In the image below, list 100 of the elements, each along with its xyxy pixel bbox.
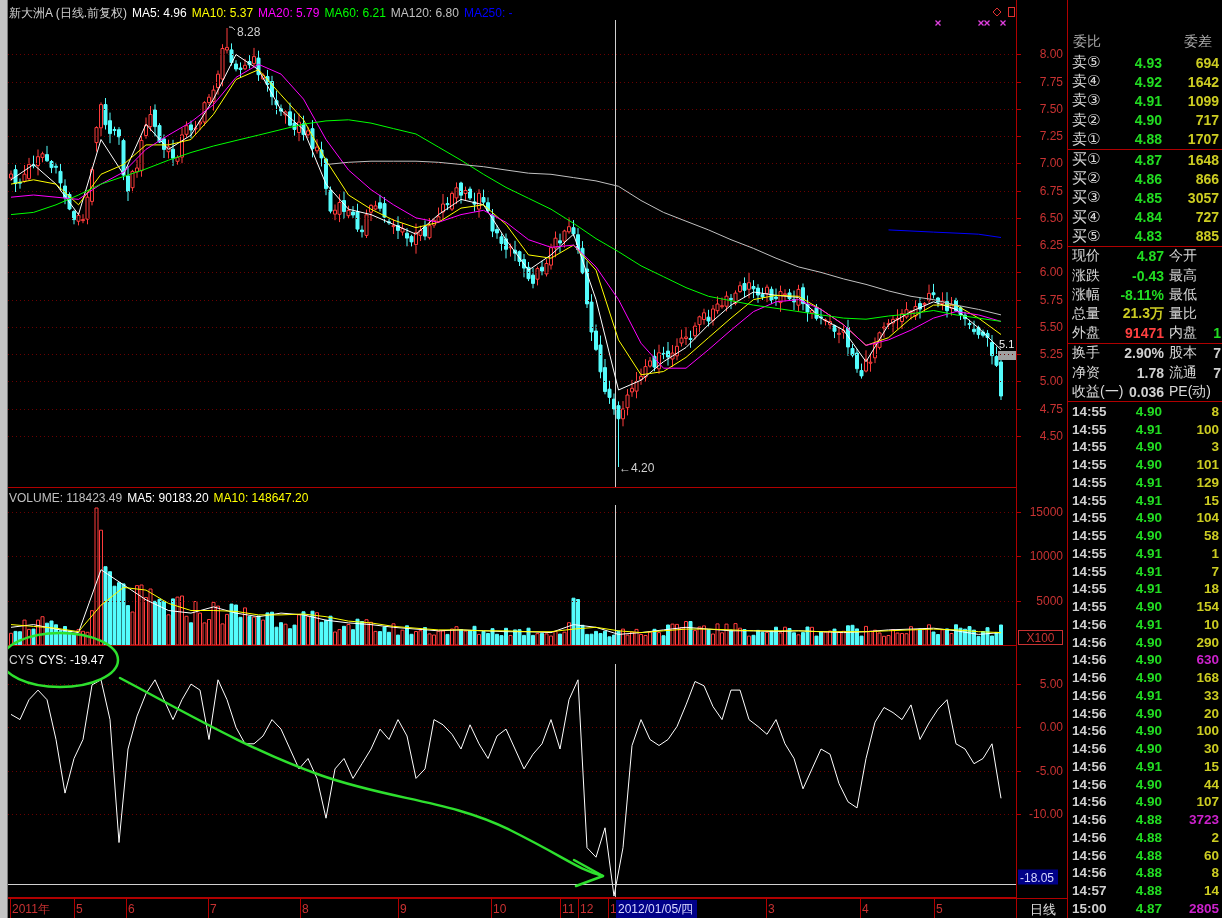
date-label: 10 xyxy=(493,902,507,916)
cross-marker-icon xyxy=(999,19,1007,27)
order-label: 卖① xyxy=(1071,129,1102,149)
order-label: 买① xyxy=(1071,150,1102,170)
stat-value: 7 xyxy=(1213,364,1221,381)
date-label: 12 xyxy=(580,902,594,916)
order-price: 4.92 xyxy=(1133,73,1162,90)
indicator-label: MA120: 6.80 xyxy=(390,6,459,20)
tick-price: 4.88 xyxy=(1134,865,1162,881)
order-volume: 3057 xyxy=(1186,189,1220,206)
order-price: 4.90 xyxy=(1133,112,1162,129)
tick-price: 4.91 xyxy=(1134,563,1162,579)
tick-volume: 7 xyxy=(1210,563,1220,579)
tick-volume: 3 xyxy=(1210,439,1220,455)
axis-label: 6.00 xyxy=(1039,265,1063,279)
price-marker xyxy=(998,351,1016,360)
indicator-label: MA10: 148647.20 xyxy=(213,491,309,505)
chart-title: CYS xyxy=(9,653,34,667)
axis-label: 5000 xyxy=(1036,594,1063,608)
axis-label: 7.00 xyxy=(1039,156,1063,170)
tick-time: 14:56 xyxy=(1071,794,1108,810)
tick-time: 14:55 xyxy=(1071,599,1108,614)
tick-price: 4.88 xyxy=(1134,883,1162,898)
cursor-date-label: 2012/01/05/四 xyxy=(616,900,697,918)
tick-price: 4.90 xyxy=(1134,652,1162,668)
axis-label: 5.50 xyxy=(1039,320,1063,334)
tick-time: 14:55 xyxy=(1071,528,1108,543)
high-price-label: 8.28 xyxy=(237,25,261,39)
tick-price: 4.91 xyxy=(1134,421,1162,437)
tick-time: 14:55 xyxy=(1071,492,1108,508)
tick-volume: 104 xyxy=(1195,510,1220,526)
tick-price: 4.91 xyxy=(1134,758,1162,774)
order-price: 4.83 xyxy=(1133,228,1162,245)
order-volume: 1642 xyxy=(1186,73,1220,90)
stat-label: 流通 xyxy=(1169,363,1197,382)
tick-time: 14:56 xyxy=(1071,652,1108,668)
order-volume: 727 xyxy=(1194,209,1220,226)
tick-price: 4.90 xyxy=(1134,723,1162,739)
tick-price: 4.91 xyxy=(1134,492,1162,508)
axis-label: 0.00 xyxy=(1039,720,1063,734)
tick-volume: 18 xyxy=(1202,581,1220,597)
tick-time: 14:56 xyxy=(1071,847,1108,863)
axis-label: 10000 xyxy=(1029,549,1063,563)
tick-time: 14:56 xyxy=(1071,741,1108,756)
tick-time: 14:55 xyxy=(1071,439,1108,455)
order-volume: 885 xyxy=(1194,228,1220,245)
tick-volume: 1 xyxy=(1210,545,1220,561)
stat-label: 最低 xyxy=(1169,285,1197,304)
stat-value: -0.43 xyxy=(1132,267,1164,284)
axis-label: 5.00 xyxy=(1039,677,1063,691)
diamond-icon[interactable] xyxy=(992,7,1002,17)
tick-price: 4.90 xyxy=(1134,403,1162,419)
tick-time: 14:56 xyxy=(1071,829,1108,845)
order-label: 卖⑤ xyxy=(1071,53,1102,73)
axis-label: 5.75 xyxy=(1039,293,1063,307)
tick-time: 14:56 xyxy=(1071,616,1108,632)
volume-label: VOLUME: 118423.49 xyxy=(9,491,123,505)
tick-time: 14:55 xyxy=(1071,545,1108,561)
tick-volume: 2 xyxy=(1210,829,1220,845)
tick-price: 4.90 xyxy=(1134,634,1162,650)
tick-volume: 107 xyxy=(1195,794,1220,810)
stat-label: 最高 xyxy=(1169,266,1197,285)
tick-time: 14:55 xyxy=(1071,403,1108,419)
tick-volume: 154 xyxy=(1195,599,1220,614)
tick-volume: 101 xyxy=(1195,457,1220,472)
tick-volume: 129 xyxy=(1195,474,1220,490)
tick-time: 14:55 xyxy=(1071,563,1108,579)
tick-price: 4.91 xyxy=(1134,545,1162,561)
stat-value: 0.036 xyxy=(1128,383,1164,400)
tick-volume: 2805 xyxy=(1187,900,1220,916)
tick-time: 14:55 xyxy=(1071,581,1108,597)
order-price: 4.88 xyxy=(1133,131,1162,148)
stat-label: 总量 xyxy=(1072,305,1100,324)
tick-time: 14:56 xyxy=(1071,670,1108,685)
tick-price: 4.90 xyxy=(1134,528,1162,543)
axis-label: 7.50 xyxy=(1039,102,1063,116)
stat-value: 7 xyxy=(1213,345,1221,362)
cross-marker-icon xyxy=(934,19,942,27)
order-price: 4.86 xyxy=(1133,170,1162,187)
tick-price: 4.87 xyxy=(1134,900,1162,916)
axis-label: 7.25 xyxy=(1039,129,1063,143)
stat-label: 换手 xyxy=(1072,344,1100,363)
chart-title: 新大洲A (日线.前复权) xyxy=(9,6,127,20)
order-volume: 866 xyxy=(1194,170,1220,187)
tick-volume: 33 xyxy=(1202,687,1220,703)
order-volume: 1648 xyxy=(1186,151,1220,168)
tick-price: 4.90 xyxy=(1134,510,1162,526)
period-label: 日线 xyxy=(1030,902,1056,917)
stat-value: 91471 xyxy=(1125,325,1164,342)
axis-label: 5.25 xyxy=(1039,347,1063,361)
tick-volume: 290 xyxy=(1195,634,1220,650)
tick-price: 4.90 xyxy=(1134,457,1162,472)
indicator-label: MA60: 6.21 xyxy=(324,6,386,20)
tick-time: 14:55 xyxy=(1071,457,1108,472)
axis-label: -10.00 xyxy=(1028,807,1063,821)
date-label: 3 xyxy=(768,902,775,916)
tick-volume: 168 xyxy=(1195,670,1220,685)
tick-price: 4.90 xyxy=(1134,741,1162,756)
axis-label: 6.75 xyxy=(1039,184,1063,198)
square-icon[interactable] xyxy=(1008,7,1015,17)
